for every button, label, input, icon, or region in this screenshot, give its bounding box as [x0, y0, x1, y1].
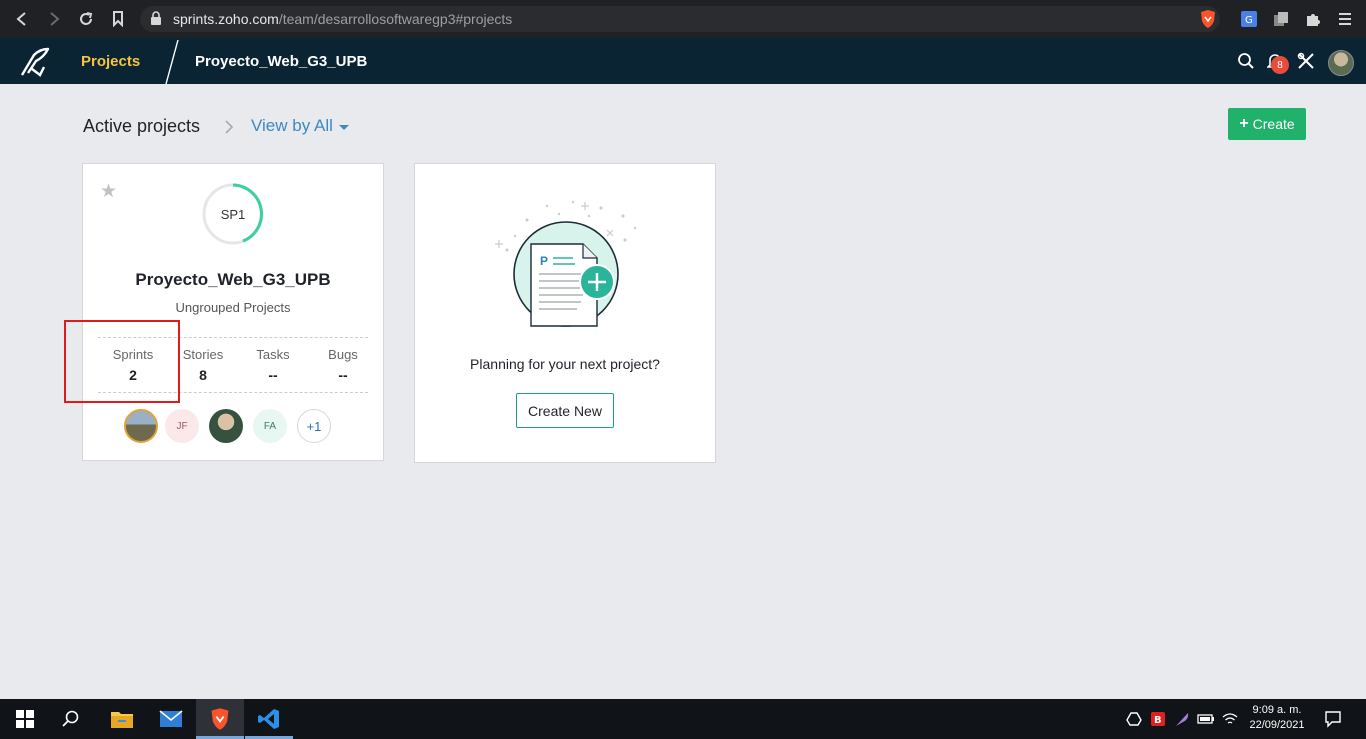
url-host: sprints.zoho.com	[173, 11, 279, 27]
illustration-letter: P	[540, 254, 548, 268]
clock-date: 22/09/2021	[1249, 719, 1305, 731]
view-by-filter[interactable]: View by All	[251, 116, 333, 136]
page-title: Active projects	[83, 116, 201, 136]
zoho-sprints-logo-icon[interactable]	[18, 45, 52, 84]
create-button[interactable]: + Create	[1228, 108, 1306, 140]
search-icon[interactable]	[58, 706, 84, 732]
project-title[interactable]: Proyecto_Web_G3_UPB	[83, 270, 383, 290]
windows-start-icon[interactable]	[12, 706, 38, 732]
search-icon[interactable]	[1237, 52, 1255, 75]
brave-browser-icon[interactable]	[207, 706, 233, 732]
highlight-box	[64, 320, 180, 403]
tools-icon[interactable]	[1297, 52, 1315, 75]
member-avatar[interactable]: FA	[253, 409, 287, 443]
back-icon[interactable]	[12, 9, 32, 29]
feather-icon[interactable]	[1172, 706, 1192, 732]
forward-icon[interactable]	[44, 9, 64, 29]
puzzle-extensions-icon[interactable]	[1304, 10, 1322, 28]
star-icon[interactable]: ★	[100, 180, 117, 203]
svg-text:G: G	[1245, 15, 1253, 26]
menu-icon[interactable]	[1336, 10, 1354, 28]
url-text[interactable]: sprints.zoho.com/team/desarrollosoftware…	[173, 11, 512, 27]
reload-icon[interactable]	[76, 9, 96, 29]
new-project-illustration-icon: P	[495, 200, 637, 327]
stat-tasks[interactable]: Tasks --	[238, 347, 308, 383]
extension-icon[interactable]	[1272, 10, 1290, 28]
stat-label: Tasks	[256, 347, 290, 362]
svg-text:B: B	[1154, 715, 1162, 726]
create-new-button[interactable]: Create New	[516, 393, 614, 428]
stat-value: --	[338, 367, 348, 383]
stat-label: Bugs	[328, 347, 358, 362]
bitdefender-icon[interactable]: B	[1148, 706, 1168, 732]
planning-text: Planning for your next project?	[470, 356, 660, 372]
user-avatar[interactable]	[1328, 50, 1354, 76]
plus-icon: +	[1239, 115, 1249, 132]
sprint-badge: SP1	[220, 207, 246, 222]
member-avatar[interactable]	[124, 409, 158, 443]
more-members-button[interactable]: +1	[297, 409, 331, 443]
url-path: /team/desarrollosoftwaregp3#projects	[278, 11, 513, 27]
brave-shields-icon[interactable]	[1199, 9, 1217, 34]
notifications-icon[interactable]	[1320, 706, 1346, 732]
wifi-icon[interactable]	[1220, 706, 1240, 732]
drive-icon[interactable]	[1124, 706, 1144, 732]
projects-tab[interactable]: Projects	[81, 53, 140, 70]
mail-icon[interactable]	[158, 706, 184, 732]
notification-badge[interactable]: 8	[1271, 56, 1289, 74]
member-avatar[interactable]: JF	[165, 409, 199, 443]
battery-icon[interactable]	[1196, 706, 1216, 732]
member-avatar[interactable]	[209, 409, 243, 443]
project-card[interactable]: ★ SP1 Proyecto_Web_G3_UPB Ungrouped Proj…	[82, 163, 384, 461]
divider-slash	[164, 39, 180, 89]
lock-icon	[150, 11, 162, 30]
chevron-right-icon	[224, 119, 234, 140]
chevron-down-icon[interactable]	[339, 125, 349, 130]
stat-value: --	[268, 367, 278, 383]
project-group: Ungrouped Projects	[175, 300, 291, 315]
vscode-icon[interactable]	[256, 706, 282, 732]
system-clock[interactable]: 9:09 a. m. 22/09/2021	[1246, 703, 1308, 733]
new-project-card: P Planning for your next project? Create…	[414, 163, 716, 463]
current-project-title[interactable]: Proyecto_Web_G3_UPB	[195, 53, 367, 70]
translate-extension-icon[interactable]: G	[1240, 10, 1258, 28]
clock-time: 9:09 a. m.	[1252, 704, 1302, 716]
bookmark-icon[interactable]	[108, 9, 128, 29]
file-explorer-icon[interactable]	[109, 706, 135, 732]
create-button-label: Create	[1252, 116, 1295, 132]
stat-bugs[interactable]: Bugs --	[308, 347, 378, 383]
